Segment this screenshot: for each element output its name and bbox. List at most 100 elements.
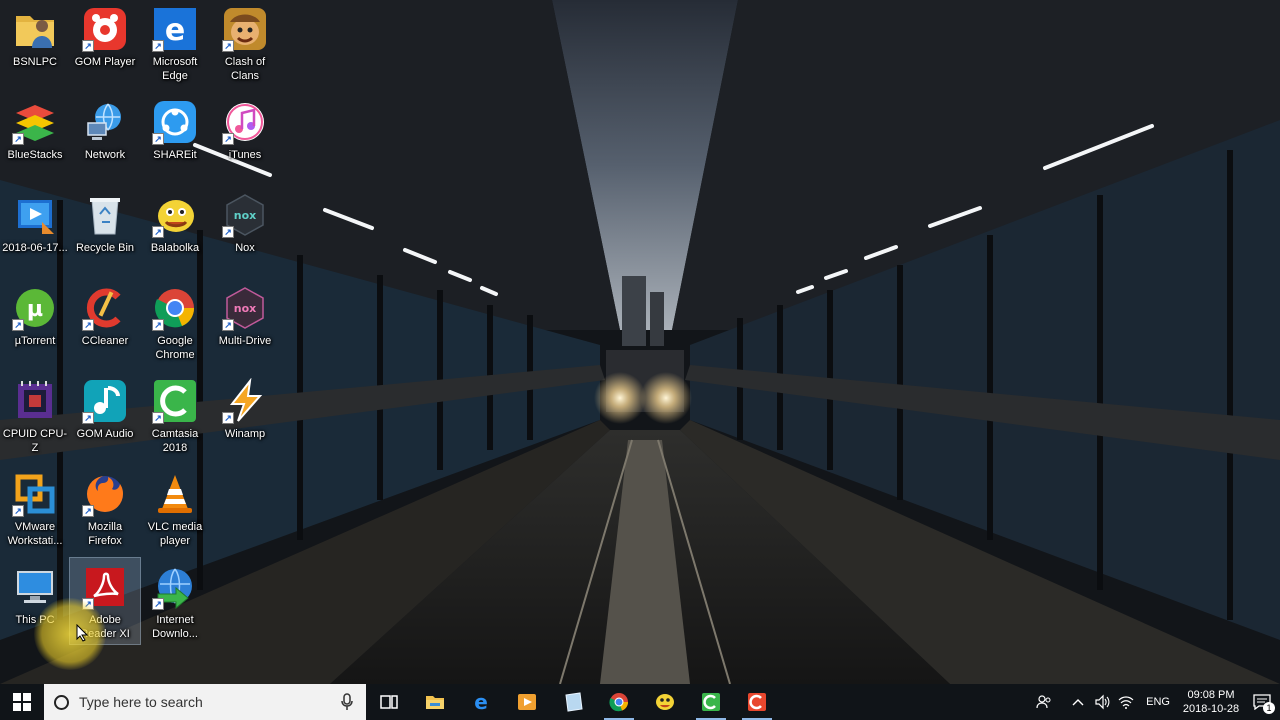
taskbar-file-explorer[interactable] xyxy=(412,684,458,720)
shortcut-arrow-icon: ↗ xyxy=(152,319,164,331)
cortana-icon xyxy=(54,694,69,710)
cpu-z-icon xyxy=(12,378,58,424)
notification-count-badge: 1 xyxy=(1263,702,1275,714)
shortcut-arrow-icon: ↗ xyxy=(12,133,24,145)
taskbar-balabolka[interactable] xyxy=(642,684,688,720)
action-center-button[interactable]: 1 xyxy=(1244,684,1280,720)
taskbar: Type here to search e ENG 09:08 PM 2018-… xyxy=(0,684,1280,720)
media-player-icon xyxy=(518,694,536,710)
gom-audio-icon: ↗ xyxy=(82,378,128,424)
desktop-icon-adobe-reader[interactable]: ↗ Adobe Reader XI xyxy=(69,557,141,645)
network-button[interactable] xyxy=(1114,684,1138,720)
desktop-icon-bsnlpc[interactable]: BSNLPC xyxy=(0,0,70,86)
show-hidden-icons-button[interactable] xyxy=(1066,684,1090,720)
utorrent-icon: µ ↗ xyxy=(12,285,58,331)
desktop-icon-balabolka[interactable]: ↗ Balabolka xyxy=(140,186,210,272)
shortcut-arrow-icon: ↗ xyxy=(222,319,234,331)
shortcut-arrow-icon: ↗ xyxy=(152,226,164,238)
shortcut-arrow-icon: ↗ xyxy=(12,319,24,331)
bluestacks-icon: ↗ xyxy=(12,99,58,145)
task-view-icon xyxy=(380,695,398,709)
taskbar-media-player[interactable] xyxy=(504,684,550,720)
taskbar-edge[interactable]: e xyxy=(458,684,504,720)
svg-text:µ: µ xyxy=(27,297,43,322)
desktop-icon-this-pc[interactable]: This PC xyxy=(0,558,70,644)
desktop-icon-microsoft-edge[interactable]: e ↗ Microsoft Edge xyxy=(140,0,210,86)
people-icon xyxy=(1036,695,1051,709)
winamp-icon: ↗ xyxy=(222,378,268,424)
people-button[interactable] xyxy=(1032,684,1056,720)
shortcut-arrow-icon: ↗ xyxy=(222,226,234,238)
gom-player-icon: ↗ xyxy=(82,6,128,52)
desktop-icon-vlc[interactable]: VLC media player xyxy=(140,465,210,551)
video-file-icon xyxy=(12,192,58,238)
desktop-icon-clash-of-clans[interactable]: ↗ Clash of Clans xyxy=(210,0,280,86)
taskbar-search-box[interactable]: Type here to search xyxy=(44,684,366,720)
folder-icon xyxy=(426,696,444,709)
firefox-icon: ↗ xyxy=(82,471,128,517)
camtasia-icon: ↗ xyxy=(152,378,198,424)
shortcut-arrow-icon: ↗ xyxy=(152,40,164,52)
wifi-icon xyxy=(1118,696,1134,709)
nox-multi-drive-icon: nox ↗ xyxy=(222,285,268,331)
user-folder-icon xyxy=(12,6,58,52)
shortcut-arrow-icon: ↗ xyxy=(12,505,24,517)
desktop-icon-vmware[interactable]: ↗ VMware Workstati... xyxy=(0,465,70,551)
taskbar-camtasia[interactable] xyxy=(688,684,734,720)
svg-text:nox: nox xyxy=(234,302,256,315)
svg-text:e: e xyxy=(165,13,185,48)
camtasia-icon xyxy=(702,693,720,711)
network-icon xyxy=(82,99,128,145)
search-placeholder: Type here to search xyxy=(79,694,203,710)
desktop-icon-shareit[interactable]: ↗ SHAREit xyxy=(140,93,210,179)
shortcut-arrow-icon: ↗ xyxy=(82,40,94,52)
desktop-icon-recycle-bin[interactable]: Recycle Bin xyxy=(70,186,140,272)
internet-download-manager-icon: ↗ xyxy=(152,564,198,610)
desktop-icon-google-chrome[interactable]: ↗ Google Chrome xyxy=(140,279,210,365)
taskbar-clock[interactable]: 09:08 PM 2018-10-28 xyxy=(1178,688,1244,716)
desktop-icon-cpu-z[interactable]: CPUID CPU-Z xyxy=(0,372,70,458)
input-language-indicator[interactable]: ENG xyxy=(1138,696,1178,708)
shortcut-arrow-icon: ↗ xyxy=(82,598,94,610)
desktop-icon-gom-audio[interactable]: ↗ GOM Audio xyxy=(70,372,140,458)
clash-of-clans-icon: ↗ xyxy=(222,6,268,52)
desktop-icon-utorrent[interactable]: µ ↗ µTorrent xyxy=(0,279,70,365)
nox-icon: nox ↗ xyxy=(222,192,268,238)
desktop-icon-nox[interactable]: nox ↗ Nox xyxy=(210,186,280,272)
desktop-icon-firefox[interactable]: ↗ Mozilla Firefox xyxy=(70,465,140,551)
balabolka-icon xyxy=(656,694,674,710)
microphone-icon[interactable] xyxy=(340,693,354,711)
svg-text:nox: nox xyxy=(234,209,256,222)
adobe-reader-icon: ↗ xyxy=(82,564,128,610)
vmware-icon: ↗ xyxy=(12,471,58,517)
desktop-icon-internet-download-manager[interactable]: ↗ Internet Downlo... xyxy=(140,558,210,644)
start-button[interactable] xyxy=(0,684,44,720)
shortcut-arrow-icon: ↗ xyxy=(222,412,234,424)
desktop-icon-gom-player[interactable]: ↗ GOM Player xyxy=(70,0,140,86)
taskbar-camtasia-recorder[interactable] xyxy=(734,684,780,720)
task-view-button[interactable] xyxy=(366,684,412,720)
volume-button[interactable] xyxy=(1090,684,1114,720)
shortcut-arrow-icon: ↗ xyxy=(152,412,164,424)
desktop-icon-itunes[interactable]: ↗ iTunes xyxy=(210,93,280,179)
system-tray: ENG 09:08 PM 2018-10-28 1 xyxy=(1032,684,1280,720)
edge-icon: e ↗ xyxy=(152,6,198,52)
desktop-icon-ccleaner[interactable]: ↗ CCleaner xyxy=(70,279,140,365)
taskbar-notes[interactable] xyxy=(550,684,596,720)
desktop-icon-camtasia[interactable]: ↗ Camtasia 2018 xyxy=(140,372,210,458)
notes-icon xyxy=(565,692,583,712)
desktop-icon-video-file[interactable]: 2018-06-17... xyxy=(0,186,70,272)
recycle-bin-icon xyxy=(82,192,128,238)
shortcut-arrow-icon: ↗ xyxy=(82,319,94,331)
desktop-icon-bluestacks[interactable]: ↗ BlueStacks xyxy=(0,93,70,179)
desktop-icon-winamp[interactable]: ↗ Winamp xyxy=(210,372,280,458)
taskbar-chrome[interactable] xyxy=(596,684,642,720)
shortcut-arrow-icon: ↗ xyxy=(222,133,234,145)
shortcut-arrow-icon: ↗ xyxy=(152,598,164,610)
chrome-icon: ↗ xyxy=(152,285,198,331)
desktop-icon-multi-drive[interactable]: nox ↗ Multi-Drive xyxy=(210,279,280,365)
desktop-icon-network[interactable]: Network xyxy=(70,93,140,179)
balabolka-icon: ↗ xyxy=(152,192,198,238)
svg-text:e: e xyxy=(474,691,488,713)
shortcut-arrow-icon: ↗ xyxy=(222,40,234,52)
